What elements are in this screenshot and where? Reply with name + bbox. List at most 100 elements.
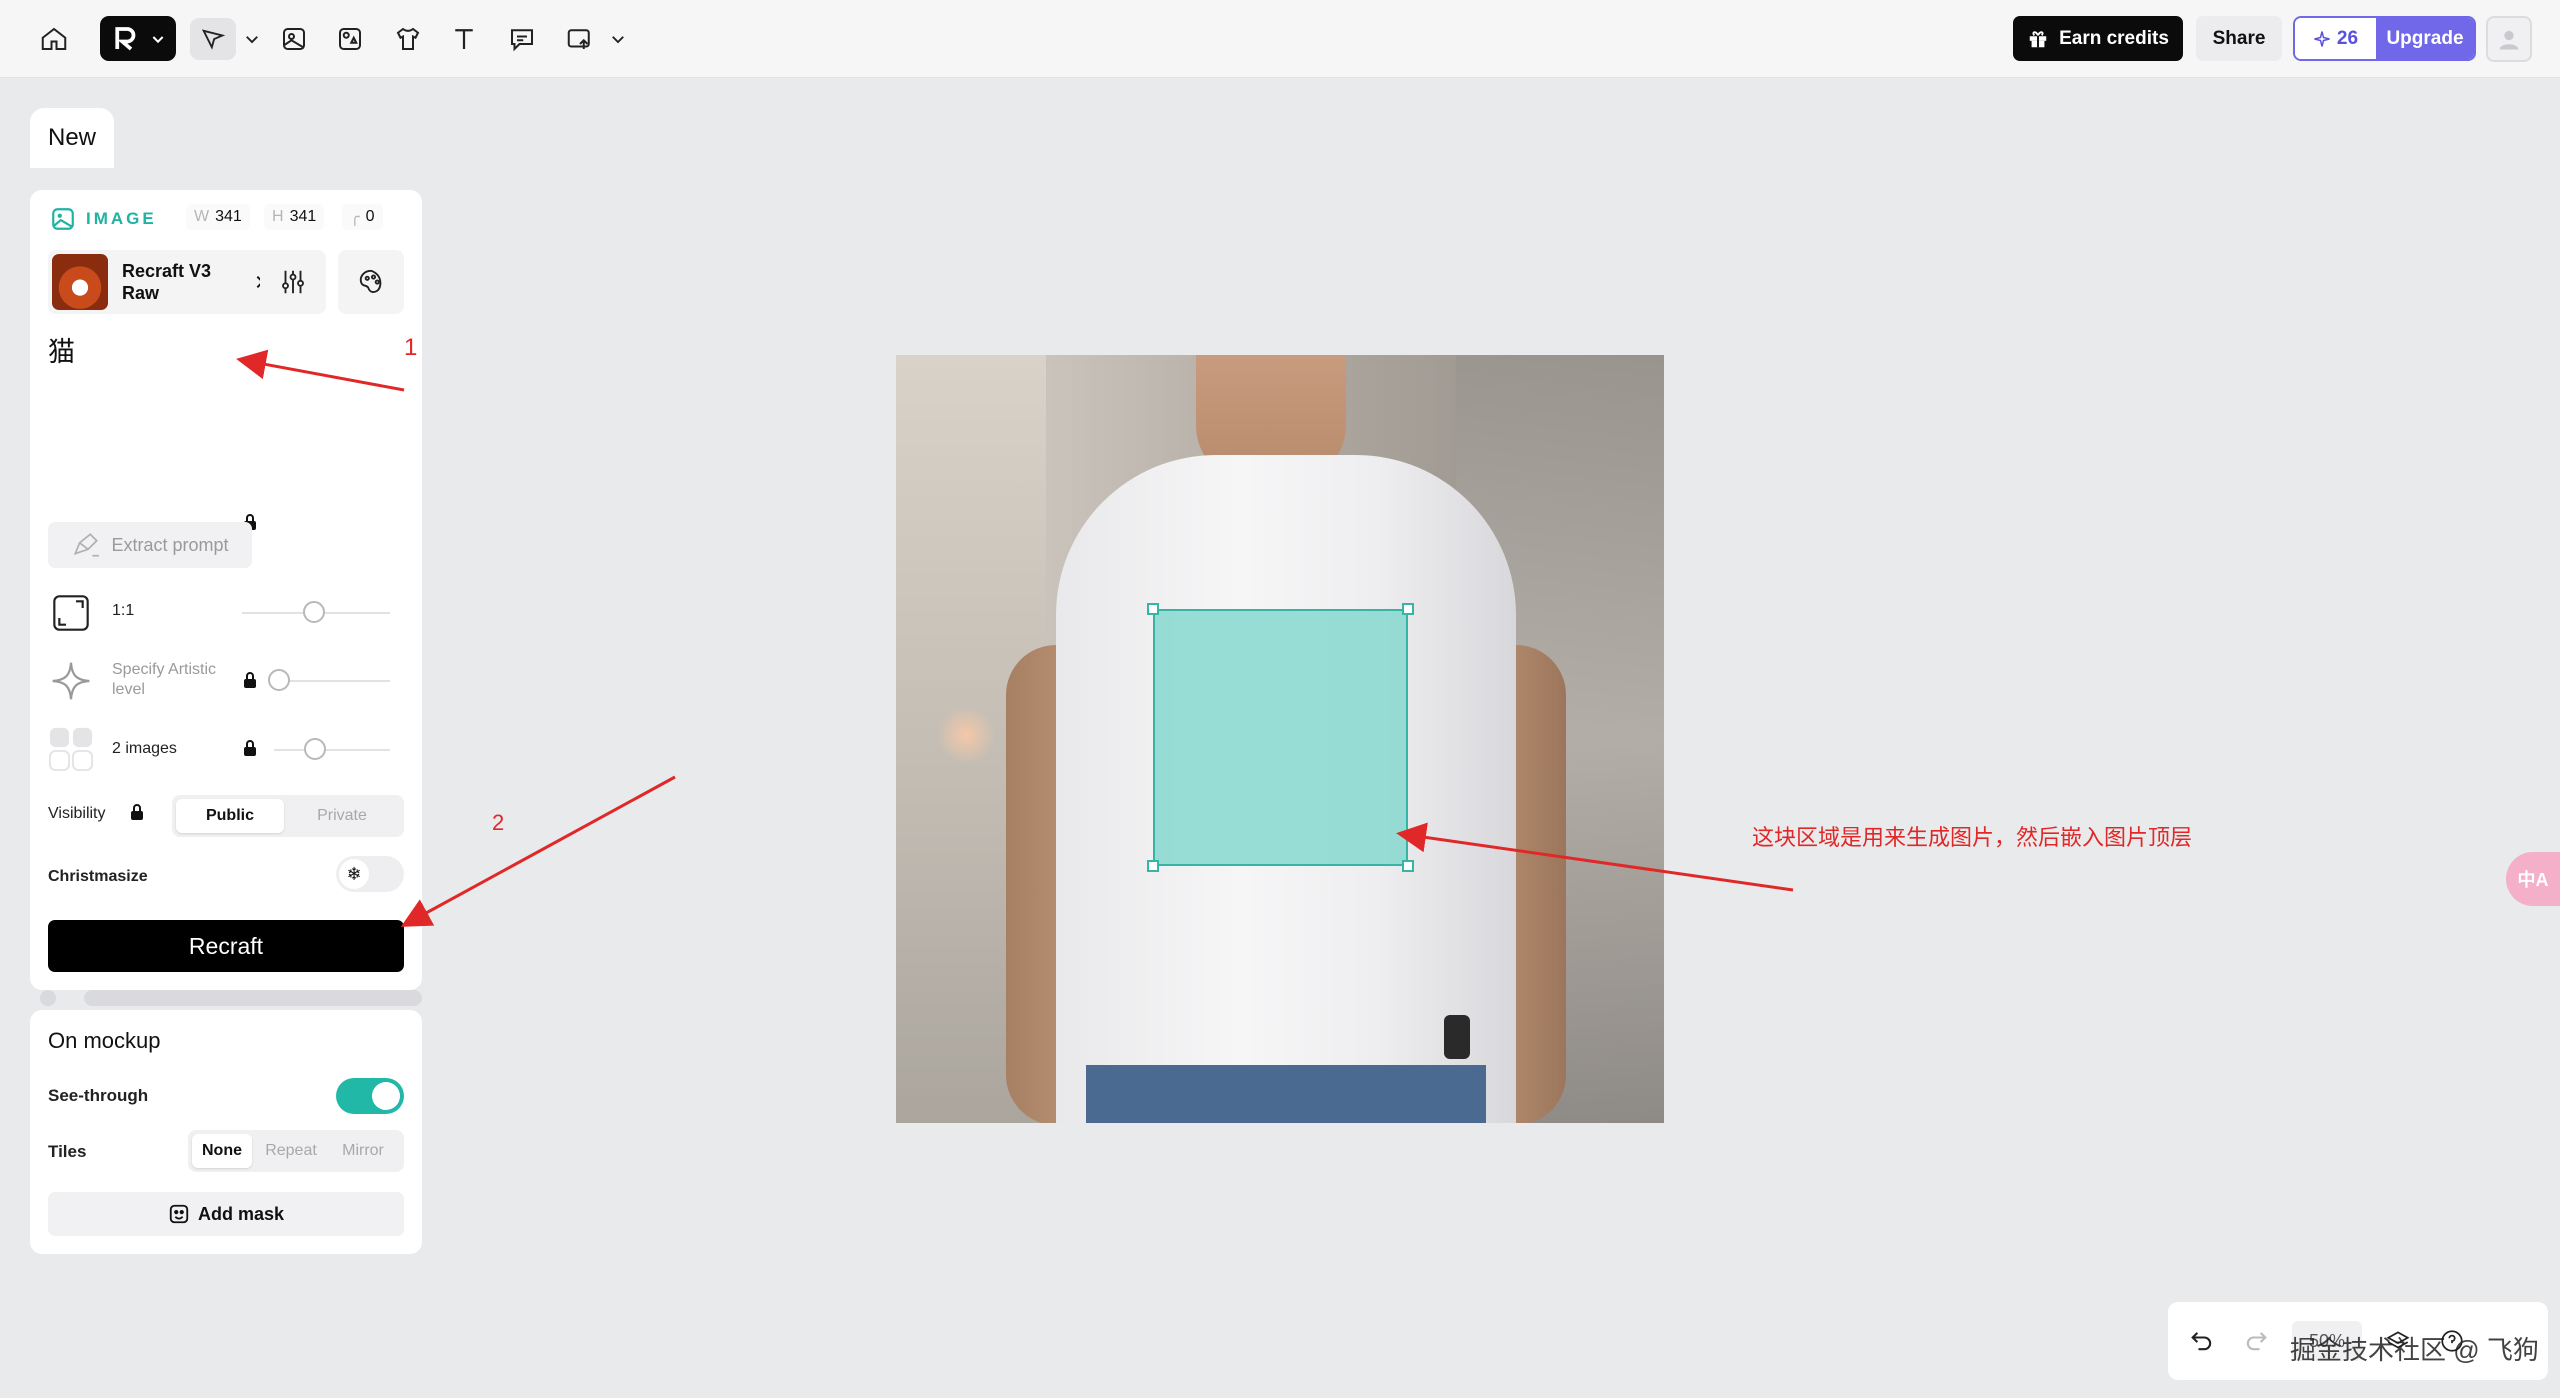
comment-icon[interactable] (502, 20, 542, 58)
mask-icon (169, 1204, 189, 1224)
panel-divider (84, 990, 422, 1006)
mockup-tshirt-icon[interactable] (388, 20, 428, 58)
mockup-settings-panel: On mockup See-through Tiles None Repeat … (30, 1010, 422, 1254)
aspect-ratio-icon[interactable] (48, 590, 94, 636)
image-icon (52, 208, 74, 230)
height-field[interactable]: H 341 (264, 204, 325, 230)
earn-credits-label: Earn credits (2059, 27, 2169, 49)
visibility-toggle[interactable]: Public Private (172, 795, 404, 837)
watermark-text: 掘金技术社区 @ 飞狗 (2290, 1335, 2539, 1365)
image-section-header: IMAGE (50, 206, 157, 232)
corner-radius-icon: ╭ (350, 209, 360, 226)
tiles-label: Tiles (48, 1142, 87, 1161)
visibility-label: Visibility (48, 805, 106, 822)
extract-prompt-label: Extract prompt (111, 534, 229, 555)
add-mask-label: Add mask (197, 1203, 285, 1224)
lock-icon (244, 740, 256, 756)
recraft-logo-icon (114, 26, 135, 50)
top-toolbar: Earn credits Share 26 Upgrade (0, 0, 2560, 78)
model-watch (1444, 1015, 1470, 1059)
text-tool-icon[interactable] (444, 20, 484, 58)
sliders-icon (282, 270, 304, 294)
corner-radius-field[interactable]: ╭ 0 (342, 204, 383, 230)
annotation-arrow-2 (400, 775, 676, 927)
annotation-marker-2: 2 (492, 810, 505, 835)
tiles-toggle[interactable]: None Repeat Mirror (188, 1130, 404, 1172)
tiles-repeat-option[interactable]: Repeat (256, 1134, 326, 1168)
image-count-slider-knob[interactable] (304, 738, 326, 760)
recraft-logo-menu[interactable] (100, 16, 176, 61)
palette-icon (359, 269, 382, 293)
image-settings-panel: IMAGE W 341 H 341 ╭ 0 Recraft V3 Raw 猫 1 Ex… (30, 190, 422, 990)
visibility-private-option[interactable]: Private (288, 799, 396, 833)
mockup-print-area-selection[interactable] (1153, 609, 1408, 866)
tiles-none-option[interactable]: None (192, 1134, 252, 1168)
width-value: 341 (215, 208, 242, 225)
redo-icon[interactable] (2238, 1323, 2274, 1359)
visibility-public-option[interactable]: Public (176, 799, 284, 833)
home-icon[interactable] (34, 20, 74, 58)
snowflake-icon: ❄ (339, 859, 369, 889)
aspect-ratio-slider-knob[interactable] (303, 601, 325, 623)
image-tool-icon[interactable] (274, 20, 314, 58)
see-through-toggle-knob (372, 1082, 400, 1110)
artistic-level-slider-knob[interactable] (268, 669, 290, 691)
aspect-ratio-label: 1:1 (112, 602, 135, 619)
user-icon (2499, 30, 2519, 50)
chevron-down-icon (152, 35, 163, 43)
style-palette-button[interactable] (338, 250, 404, 314)
upgrade-button[interactable]: Upgrade (2376, 18, 2474, 59)
panel-divider-dot (40, 990, 56, 1006)
model-selector[interactable]: Recraft V3 Raw (48, 250, 278, 314)
credits-count-value: 26 (2336, 27, 2359, 49)
model-thumbnail (52, 254, 108, 310)
avatar[interactable] (2486, 16, 2532, 62)
see-through-label: See-through (48, 1086, 149, 1105)
credits-count[interactable]: 26 (2295, 18, 2376, 59)
translate-side-tab[interactable]: 中A (2506, 852, 2560, 906)
sparkle-outline-icon (48, 658, 94, 704)
credits-widget[interactable]: 26 Upgrade (2293, 16, 2476, 61)
christmasize-toggle[interactable]: ❄ (336, 856, 404, 892)
lock-icon (244, 672, 256, 688)
chevron-down-icon[interactable] (232, 20, 272, 58)
width-key: W (194, 208, 210, 225)
lock-icon (131, 804, 143, 820)
model-name: Recraft V3 Raw (122, 261, 212, 303)
artistic-level-slider[interactable] (274, 680, 390, 682)
upload-image-icon[interactable] (560, 20, 600, 58)
artistic-level-label: Specify Artistic level (112, 661, 217, 698)
image-section-label: IMAGE (86, 209, 157, 228)
earn-credits-button[interactable]: Earn credits (2013, 16, 2183, 61)
prompt-text[interactable]: 猫 (48, 330, 75, 369)
resize-handle-bottom-right[interactable] (1402, 860, 1414, 872)
christmasize-label: Christmasize (48, 868, 148, 885)
resize-handle-top-right[interactable] (1402, 603, 1414, 615)
image-count-icon (48, 726, 94, 772)
resize-handle-top-left[interactable] (1147, 603, 1159, 615)
add-mask-button[interactable]: Add mask (48, 1192, 404, 1236)
see-through-toggle[interactable] (336, 1078, 404, 1114)
settings-sliders-button[interactable] (260, 250, 326, 314)
tab-new[interactable]: New (30, 108, 114, 168)
resize-handle-bottom-left[interactable] (1147, 860, 1159, 872)
recraft-button[interactable]: Recraft (48, 920, 404, 972)
corner-radius-value: 0 (365, 208, 375, 225)
width-field[interactable]: W 341 (186, 204, 250, 230)
sparkle-icon (2314, 30, 2330, 47)
pen-icon (74, 533, 100, 557)
select-tool-button[interactable] (190, 18, 236, 60)
gift-icon (2029, 30, 2047, 47)
vector-tool-icon[interactable] (330, 20, 370, 58)
chevron-down-icon[interactable] (598, 20, 638, 58)
share-button[interactable]: Share (2196, 16, 2282, 61)
tiles-mirror-option[interactable]: Mirror (330, 1134, 396, 1168)
undo-icon[interactable] (2184, 1323, 2220, 1359)
image-count-label: 2 images (112, 740, 177, 757)
model-jeans (1086, 1065, 1486, 1123)
mockup-title: On mockup (48, 1028, 161, 1053)
image-count-slider[interactable] (274, 749, 390, 751)
annotation-marker-1: 1 (404, 334, 418, 361)
extract-prompt-button[interactable]: Extract prompt (48, 522, 252, 568)
pointer-icon (201, 29, 226, 50)
